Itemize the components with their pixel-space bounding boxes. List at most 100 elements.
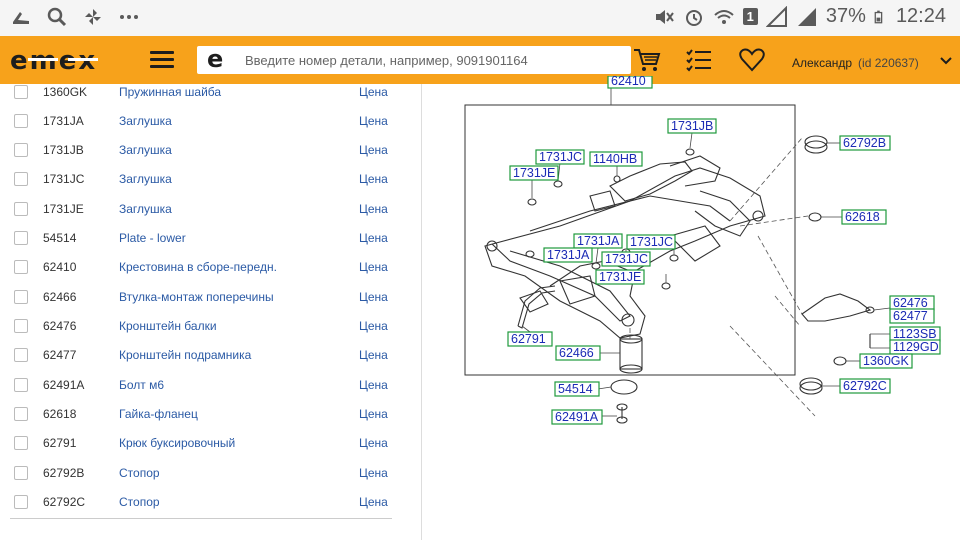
callout-62476[interactable]: 62476 [889,295,935,311]
row-checkbox[interactable] [14,259,28,274]
callout-62791[interactable]: 62791 [507,331,553,347]
callout-1731jc[interactable]: 1731JC [535,149,585,165]
search-bar[interactable]: e [197,45,631,74]
part-name-link[interactable]: Plate - lower [119,231,186,245]
part-name-link[interactable]: Пружинная шайба [119,85,221,99]
price-link[interactable]: Цена [359,319,388,333]
cart-icon[interactable] [632,46,662,74]
heart-icon[interactable] [737,46,767,74]
part-name-link[interactable]: Стопор [119,466,160,480]
callout-text: 62466 [559,346,594,360]
price-link[interactable]: Цена [359,290,388,304]
price-link[interactable]: Цена [359,202,388,216]
callout-54514[interactable]: 54514 [554,381,600,397]
part-name-link[interactable]: Кронштейн балки [119,319,217,333]
row-checkbox[interactable] [14,289,28,304]
callout-1123sb[interactable]: 1123SB [889,326,941,342]
list-item[interactable]: 54514 Plate - lower Цена [10,223,392,252]
list-item[interactable]: 62477 Кронштейн подрамника Цена [10,340,392,369]
callout-62477[interactable]: 62477 [889,308,935,324]
callout-1140hb[interactable]: 1140HB [589,151,643,167]
row-checkbox[interactable] [14,465,28,480]
list-item[interactable]: 62410 Крестовина в сборе-передн. Цена [10,252,392,281]
part-name-link[interactable]: Гайка-фланец [119,407,198,421]
callout-text: 62410 [611,76,646,88]
list-item[interactable]: 1731JE Заглушка Цена [10,194,392,223]
part-name-link[interactable]: Втулка-монтаж поперечины [119,290,274,304]
price-link[interactable]: Цена [359,85,388,99]
row-checkbox[interactable] [14,171,28,186]
checklist-icon[interactable] [684,46,714,74]
price-link[interactable]: Цена [359,466,388,480]
callout-62410[interactable]: 62410 [607,76,653,89]
row-checkbox[interactable] [14,230,28,245]
part-name-link[interactable]: Заглушка [119,172,172,186]
part-name-link[interactable]: Заглушка [119,143,172,157]
flange-nut-drawing [808,212,822,222]
list-item[interactable]: 1731JA Заглушка Цена [10,106,392,135]
row-checkbox[interactable] [14,84,28,99]
callout-1731jc-3[interactable]: 1731JC [601,251,651,267]
list-item[interactable]: 62466 Втулка-монтаж поперечины Цена [10,282,392,311]
list-item[interactable]: 62618 Гайка-фланец Цена [10,399,392,428]
callout-1731jc-2[interactable]: 1731JC [626,234,676,250]
callout-text: 1731JC [630,235,673,249]
row-checkbox[interactable] [14,435,28,450]
callout-1360gk[interactable]: 1360GK [859,353,913,369]
row-checkbox[interactable] [14,377,28,392]
search-input[interactable] [245,49,615,71]
price-link[interactable]: Цена [359,143,388,157]
list-item[interactable]: 62791 Крюк буксировочный Цена [10,428,392,457]
price-link[interactable]: Цена [359,260,388,274]
row-checkbox[interactable] [14,318,28,333]
list-item[interactable]: 1731JB Заглушка Цена [10,135,392,164]
row-checkbox[interactable] [14,113,28,128]
list-item[interactable]: 62491A Болт м6 Цена [10,370,392,399]
list-item[interactable]: 62792B Стопор Цена [10,458,392,487]
callout-1731ja[interactable]: 1731JA [573,233,623,249]
price-link[interactable]: Цена [359,172,388,186]
price-link[interactable]: Цена [359,114,388,128]
part-name-link[interactable]: Стопор [119,495,160,509]
callout-1731je[interactable]: 1731JE [509,165,559,181]
part-code: 62491A [43,377,85,392]
price-link[interactable]: Цена [359,378,388,392]
callout-62491a[interactable]: 62491A [551,409,603,425]
part-code: 62792B [43,465,85,480]
callout-62618[interactable]: 62618 [841,209,887,225]
part-name-link[interactable]: Крестовина в сборе-передн. [119,260,277,274]
part-name-link[interactable]: Кронштейн подрамника [119,348,251,362]
list-item[interactable]: 62476 Кронштейн балки Цена [10,311,392,340]
part-name-link[interactable]: Заглушка [119,114,172,128]
row-checkbox[interactable] [14,494,28,509]
part-code: 1731JE [43,201,84,216]
list-item[interactable]: 62792C Стопор Цена [10,487,392,516]
parts-diagram[interactable]: 62410 1731JB 1731JC 1140HB 1731JE 1731JA… [430,76,950,540]
user-account[interactable]: Александр (id 220637) [792,56,919,70]
callout-text: 1731JE [513,166,555,180]
callout-62792b[interactable]: 62792B [839,135,891,151]
list-item[interactable]: 1731JC Заглушка Цена [10,164,392,193]
price-link[interactable]: Цена [359,436,388,450]
part-name-link[interactable]: Болт м6 [119,378,164,392]
row-checkbox[interactable] [14,406,28,421]
part-name-link[interactable]: Крюк буксировочный [119,436,235,450]
price-link[interactable]: Цена [359,231,388,245]
callout-62466[interactable]: 62466 [555,345,601,361]
price-link[interactable]: Цена [359,348,388,362]
callout-text: 1129GD [893,340,939,354]
list-item[interactable]: 1360GK Пружинная шайба Цена [10,77,392,106]
menu-button[interactable] [150,48,174,72]
callout-1731jb[interactable]: 1731JB [667,118,717,134]
row-checkbox[interactable] [14,142,28,157]
callout-1731ja-2[interactable]: 1731JA [543,247,593,263]
part-name-link[interactable]: Заглушка [119,202,172,216]
row-checkbox[interactable] [14,347,28,362]
price-link[interactable]: Цена [359,407,388,421]
chevron-down-icon[interactable] [940,56,952,66]
row-checkbox[interactable] [14,201,28,216]
callout-62792c[interactable]: 62792C [839,378,891,394]
callout-1731je-2[interactable]: 1731JE [595,269,645,285]
callout-1129gd[interactable]: 1129GD [889,339,941,355]
price-link[interactable]: Цена [359,495,388,509]
